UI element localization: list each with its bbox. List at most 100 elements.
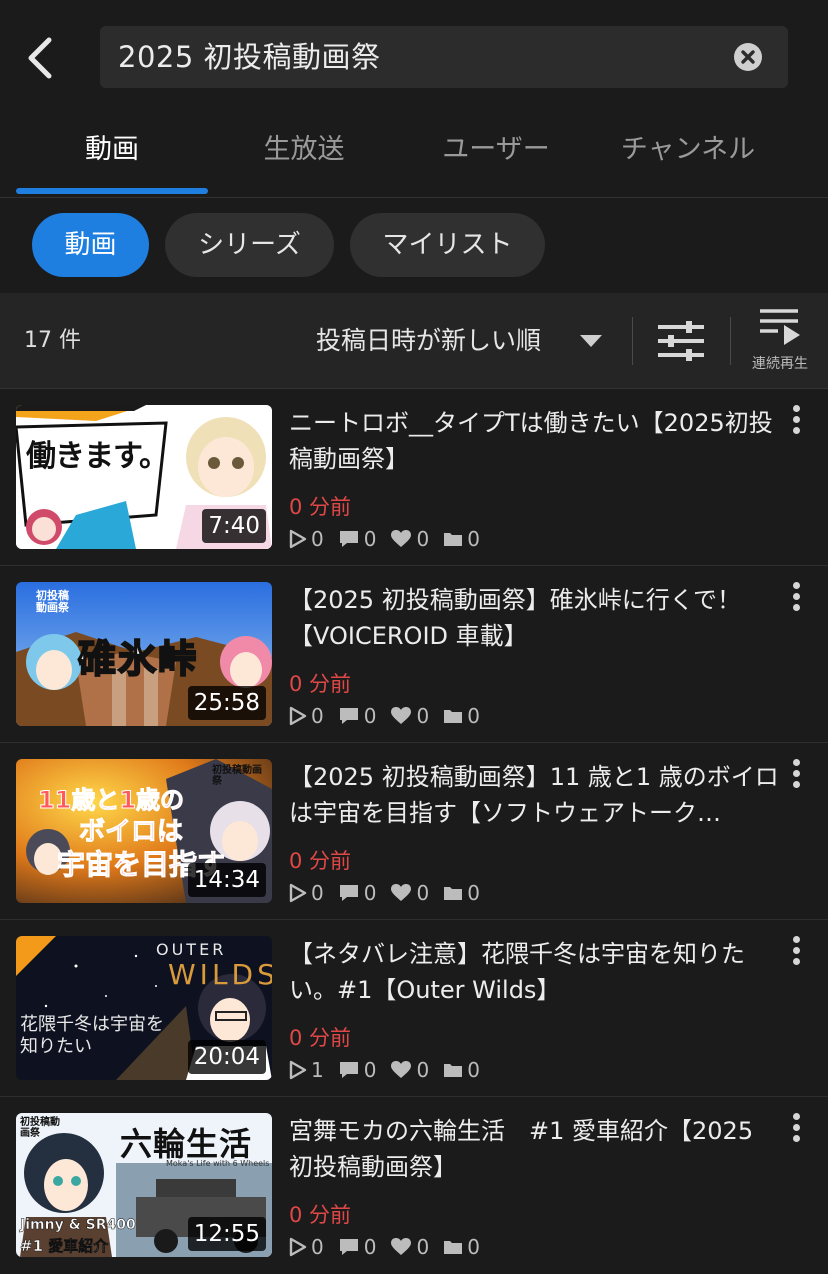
video-stats: 0 0 0 0 <box>289 1235 494 1259</box>
video-item[interactable]: OUTER WILDS 花隈千冬は宇宙を知りたい 20:04 【ネタバレ注意】花… <box>0 920 828 1097</box>
event-badge: 初投稿動画祭 <box>36 589 69 614</box>
sliders-icon <box>658 321 704 361</box>
caret-down-icon <box>580 335 602 347</box>
comments-stat: 0 <box>338 1058 376 1082</box>
kebab-icon <box>792 936 800 943</box>
video-duration: 7:40 <box>202 509 266 543</box>
sort-label: 投稿日時が新しい順 <box>316 326 542 355</box>
search-header: 2025 初投稿動画祭 <box>0 0 828 108</box>
video-duration: 12:55 <box>187 1217 266 1251</box>
video-thumbnail[interactable]: 11歳と1歳の ボイロは 宇宙を目指す 初投稿動画祭 14:34 <box>16 759 272 903</box>
chip-videos[interactable]: 動画 <box>32 213 149 277</box>
video-stats: 1 0 0 0 <box>289 1058 494 1082</box>
tab-users[interactable]: ユーザー <box>400 108 592 196</box>
video-item[interactable]: 11歳と1歳の ボイロは 宇宙を目指す 初投稿動画祭 14:34 【2025 初… <box>0 743 828 920</box>
thumbnail-episode: #1 愛車紹介 <box>20 1237 109 1256</box>
play-icon <box>289 1060 307 1080</box>
kebab-icon <box>792 1113 800 1120</box>
mylists-count: 0 <box>467 704 480 728</box>
more-options-button[interactable] <box>786 405 806 441</box>
mylists-count: 0 <box>467 1058 480 1082</box>
video-title[interactable]: 【2025 初投稿動画祭】11 歳と1 歳のボイロは宇宙を目指す【ソフトウェアト… <box>289 759 779 831</box>
play-icon <box>289 529 307 549</box>
thumbnail-caption: 碓氷峠 <box>77 636 199 682</box>
views-stat: 0 <box>289 1235 324 1259</box>
tab-live[interactable]: 生放送 <box>208 108 400 196</box>
video-age: 0 分前 <box>289 1026 352 1050</box>
continuous-play-button[interactable]: 連続再生 <box>744 303 816 383</box>
more-options-button[interactable] <box>786 759 806 795</box>
video-thumbnail[interactable]: 働きます。 7:40 <box>16 405 272 549</box>
search-input[interactable]: 2025 初投稿動画祭 <box>100 26 788 88</box>
kebab-icon <box>792 405 800 412</box>
video-thumbnail[interactable]: 初投稿動画祭 碓氷峠 25:58 <box>16 582 272 726</box>
video-item[interactable]: 働きます。 7:40 ニートロボ__タイプTは働きたい【2025初投稿動画祭】 … <box>0 389 828 566</box>
more-options-button[interactable] <box>786 936 806 972</box>
video-thumbnail[interactable]: 六輪生活 Moka's Life with 6 Wheels 初投稿動画祭 Ji… <box>16 1113 272 1257</box>
filter-button[interactable] <box>656 319 706 363</box>
folder-icon <box>444 887 463 900</box>
mylists-stat: 0 <box>443 1058 480 1082</box>
likes-count: 0 <box>416 527 430 551</box>
more-options-button[interactable] <box>786 582 806 618</box>
kebab-icon <box>792 582 800 589</box>
video-duration: 20:04 <box>187 1040 266 1074</box>
thumbnail-caption: 働きます。 <box>26 439 169 474</box>
mylists-count: 0 <box>467 1235 480 1259</box>
comments-count: 0 <box>363 704 377 728</box>
likes-stat: 0 <box>390 704 429 728</box>
back-button[interactable] <box>18 32 62 84</box>
thumbnail-subcaption: Moka's Life with 6 Wheels <box>166 1159 270 1168</box>
result-toolbar: 17 件 投稿日時が新しい順 連続再生 <box>0 293 828 389</box>
video-title[interactable]: 【ネタバレ注意】花隈千冬は宇宙を知りたい。#1【Outer Wilds】 <box>289 936 779 1008</box>
video-age: 0 分前 <box>289 495 352 519</box>
video-stats: 0 0 0 0 <box>289 881 494 905</box>
video-thumbnail[interactable]: OUTER WILDS 花隈千冬は宇宙を知りたい 20:04 <box>16 936 272 1080</box>
comments-stat: 0 <box>338 704 377 728</box>
video-duration: 25:58 <box>187 686 266 720</box>
thumbnail-caption-line: ボイロは <box>78 817 183 848</box>
search-query-text: 2025 初投稿動画祭 <box>118 40 381 74</box>
heart-icon <box>391 1238 412 1255</box>
likes-count: 0 <box>416 1058 430 1082</box>
video-item[interactable]: 初投稿動画祭 碓氷峠 25:58 【2025 初投稿動画祭】碓氷峠に行くで！【V… <box>0 566 828 743</box>
chip-series[interactable]: シリーズ <box>165 213 334 277</box>
folder-icon <box>444 1241 463 1254</box>
sort-select[interactable]: 投稿日時が新しい順 <box>312 293 612 389</box>
play-icon <box>289 706 307 726</box>
video-age: 0 分前 <box>289 672 352 696</box>
chip-mylist[interactable]: マイリスト <box>350 213 545 277</box>
video-duration: 14:34 <box>187 863 266 897</box>
tab-channels[interactable]: チャンネル <box>592 108 784 196</box>
continuous-play-label: 連続再生 <box>752 356 808 372</box>
play-icon <box>289 1237 307 1257</box>
views-count: 0 <box>311 704 324 728</box>
comments-stat: 0 <box>338 527 376 551</box>
video-item[interactable]: 六輪生活 Moka's Life with 6 Wheels 初投稿動画祭 Ji… <box>0 1097 828 1274</box>
mylists-count: 0 <box>467 881 480 905</box>
folder-icon <box>444 1064 463 1077</box>
tab-videos[interactable]: 動画 <box>16 108 208 196</box>
likes-stat: 0 <box>390 1235 429 1259</box>
mylists-stat: 0 <box>443 881 480 905</box>
video-title[interactable]: 宮舞モカの六輪生活 #1 愛車紹介【2025 初投稿動画祭】 <box>289 1113 779 1185</box>
video-title[interactable]: 【2025 初投稿動画祭】碓氷峠に行くで！【VOICEROID 車載】 <box>289 582 779 654</box>
views-count: 0 <box>311 881 324 905</box>
views-count: 0 <box>311 1235 324 1259</box>
clear-search-button[interactable] <box>734 43 762 71</box>
video-stats: 0 0 0 0 <box>289 527 494 551</box>
chevron-left-icon <box>28 37 52 79</box>
mylists-stat: 0 <box>443 1235 480 1259</box>
comment-icon <box>339 531 358 547</box>
main-tabs: 動画 生放送 ユーザー チャンネル <box>0 108 828 198</box>
game-logo-bottom: WILDS <box>168 958 272 991</box>
thumbnail-subtitle: Jimny & SR400 <box>20 1217 136 1234</box>
event-badge: 初投稿動画祭 <box>20 1117 60 1139</box>
comment-icon <box>339 1239 358 1255</box>
likes-stat: 0 <box>390 527 429 551</box>
heart-icon <box>391 884 412 901</box>
more-options-button[interactable] <box>786 1113 806 1149</box>
folder-icon <box>444 710 463 723</box>
likes-count: 0 <box>416 1235 430 1259</box>
video-title[interactable]: ニートロボ__タイプTは働きたい【2025初投稿動画祭】 <box>289 405 779 477</box>
